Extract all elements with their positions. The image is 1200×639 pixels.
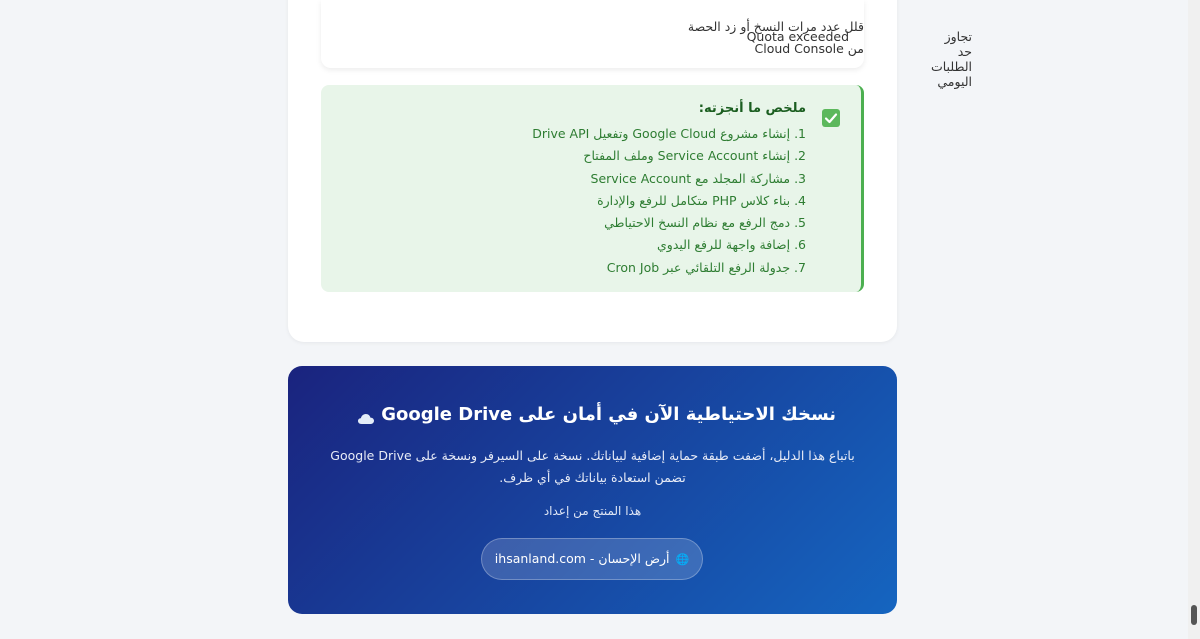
check-box-icon xyxy=(822,109,840,127)
error-table: Quota exceeded تجاوز حد الطلبات اليومي ق… xyxy=(321,0,972,89)
scrollbar-thumb[interactable] xyxy=(1191,605,1197,625)
table-cell-solution: قلل عدد مرات النسخ أو زد الحصة من Cloud … xyxy=(687,19,864,56)
summary-item: 2. إنشاء Service Account وملف المفتاح xyxy=(583,148,806,164)
table-cell-cause: تجاوز حد الطلبات اليومي xyxy=(930,29,973,89)
produced-by-label: هذا المنتج من إعداد xyxy=(543,504,642,518)
summary-item: 5. دمج الرفع مع نظام النسخ الاحتياطي xyxy=(604,215,806,231)
summary-list: 1. إنشاء مشروع Google Cloud وتفعيل Drive… xyxy=(532,123,806,279)
summary-item: 7. جدولة الرفع التلقائي عبر Cron Job xyxy=(606,259,806,275)
cta-banner: نسخك الاحتياطية الآن في أمان على Google … xyxy=(288,366,897,614)
banner-description: باتباع هذا الدليل، أضفت طبقة حماية إضافي… xyxy=(330,448,855,485)
cloud-icon xyxy=(357,409,375,424)
page-scrollbar[interactable] xyxy=(1188,0,1200,639)
summary-item: 6. إضافة واجهة للرفع اليدوي xyxy=(657,237,806,253)
banner-title: نسخك الاحتياطية الآن في أمان على Google … xyxy=(288,404,897,425)
summary-title: ملخص ما أنجزته: xyxy=(698,101,806,116)
summary-item: 1. إنشاء مشروع Google Cloud وتفعيل Drive… xyxy=(532,126,806,141)
banner-title-text: نسخك الاحتياطية الآن في أمان على Google … xyxy=(381,404,837,425)
globe-icon: 🌐 xyxy=(675,553,690,566)
summary-box: ملخص ما أنجزته: 1. إنشاء مشروع Google Cl… xyxy=(321,85,864,292)
website-link-button[interactable]: 🌐 أرض الإحسان - ihsanland.com xyxy=(481,538,703,580)
website-link-label: أرض الإحسان - ihsanland.com xyxy=(494,551,670,566)
summary-item: 3. مشاركة المجلد مع Service Account xyxy=(590,170,806,186)
summary-item: 4. بناء كلاس PHP متكامل للرفع والإدارة xyxy=(597,192,806,208)
